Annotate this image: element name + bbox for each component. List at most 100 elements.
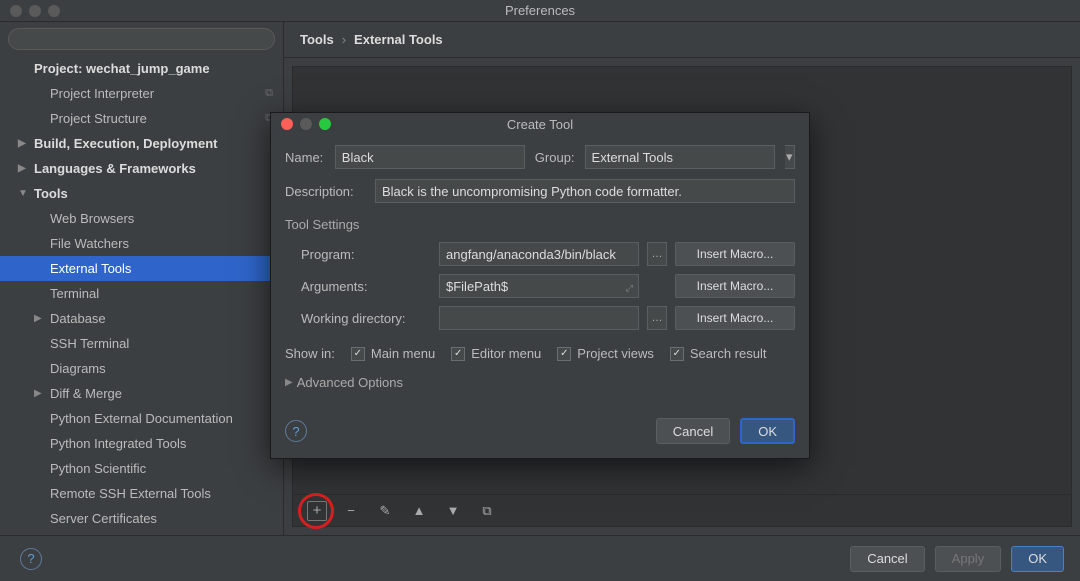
sidebar-item-remote-ssh-external-tools[interactable]: Remote SSH External Tools — [0, 481, 283, 506]
sidebar-item-build-execution-deployment[interactable]: ▶Build, Execution, Deployment — [0, 131, 283, 156]
apply-button[interactable]: Apply — [935, 546, 1002, 572]
sidebar-item-project-structure[interactable]: Project Structure⧉ — [0, 106, 283, 131]
dialog-traffic-lights — [271, 118, 331, 130]
add-button[interactable]: + — [307, 501, 327, 521]
ok-button[interactable]: OK — [1011, 546, 1064, 572]
dialog-minimize-button[interactable] — [300, 118, 312, 130]
search-input[interactable] — [8, 28, 275, 50]
sidebar-item-project-interpreter[interactable]: Project Interpreter⧉ — [0, 81, 283, 106]
breadcrumb-current: External Tools — [354, 32, 443, 47]
program-insert-macro-button[interactable]: Insert Macro... — [675, 242, 795, 266]
dialog-zoom-button[interactable] — [319, 118, 331, 130]
dialog-body: Name: Group: ▾ Description: Tool Setting… — [271, 135, 809, 458]
dialog-close-button[interactable] — [281, 118, 293, 130]
breadcrumb-separator: › — [342, 32, 346, 47]
name-label: Name: — [285, 150, 325, 165]
sidebar-item-web-browsers[interactable]: Web Browsers — [0, 206, 283, 231]
edit-button[interactable]: ✎ — [375, 501, 395, 521]
footer-left: ? — [16, 548, 42, 570]
sidebar-item-label: Database — [50, 311, 106, 326]
tool-settings-grid: Program: … Insert Macro... Arguments: ⤢ … — [301, 242, 795, 330]
search-container: ⌕ — [0, 22, 283, 56]
group-select[interactable] — [585, 145, 775, 169]
close-window-button[interactable] — [10, 5, 22, 17]
sidebar-item-python-scientific[interactable]: Python Scientific — [0, 456, 283, 481]
dialog-cancel-button[interactable]: Cancel — [656, 418, 730, 444]
window-traffic-lights — [0, 5, 60, 17]
description-input[interactable] — [375, 179, 795, 203]
preferences-tree[interactable]: Project: wechat_jump_gameProject Interpr… — [0, 56, 283, 535]
dialog-footer-row: ? Cancel OK — [285, 418, 795, 444]
sidebar-item-label: Diff & Merge — [50, 386, 122, 401]
sidebar-item-external-tools[interactable]: External Tools — [0, 256, 283, 281]
sidebar-item-label: Terminal — [50, 286, 99, 301]
sidebar-project-header[interactable]: Project: wechat_jump_game — [0, 56, 283, 81]
show-in-check-main-menu[interactable]: ✓Main menu — [351, 346, 435, 361]
window-titlebar: Preferences — [0, 0, 1080, 22]
minimize-window-button[interactable] — [29, 5, 41, 17]
sidebar-item-tools[interactable]: ▼Tools — [0, 181, 283, 206]
working-directory-input[interactable] — [439, 306, 639, 330]
checkbox-icon: ✓ — [451, 347, 465, 361]
description-label: Description: — [285, 184, 365, 199]
sidebar-item-database[interactable]: ▶Database — [0, 306, 283, 331]
tree-arrow-icon: ▶ — [18, 138, 30, 149]
show-in-check-project-views[interactable]: ✓Project views — [557, 346, 654, 361]
sidebar-item-diff-merge[interactable]: ▶ Diff & Merge — [0, 381, 283, 406]
zoom-window-button[interactable] — [48, 5, 60, 17]
sidebar-item-diagrams[interactable]: Diagrams — [0, 356, 283, 381]
dialog-help-button[interactable]: ? — [285, 420, 307, 442]
working-directory-browse-button[interactable]: … — [647, 306, 667, 330]
dialog-footer: ? Cancel Apply OK — [0, 535, 1080, 581]
copy-button[interactable]: ⧉ — [477, 501, 497, 521]
sidebar-item-server-certificates[interactable]: Server Certificates — [0, 506, 283, 531]
program-browse-button[interactable]: … — [647, 242, 667, 266]
group-label: Group: — [535, 150, 575, 165]
working-directory-insert-macro-button[interactable]: Insert Macro... — [675, 306, 795, 330]
remove-button[interactable]: − — [341, 501, 361, 521]
show-in-check-search-result[interactable]: ✓ Search result — [670, 346, 767, 361]
tree-arrow-icon: ▼ — [18, 188, 30, 199]
sidebar-item-file-watchers[interactable]: File Watchers — [0, 231, 283, 256]
breadcrumb-root: Tools — [300, 32, 334, 47]
checkbox-icon: ✓ — [557, 347, 571, 361]
sidebar-item-ssh-terminal[interactable]: SSH Terminal — [0, 331, 283, 356]
list-toolbar: + − ✎ ▲ ▼ ⧉ — [293, 494, 1071, 526]
group-dropdown-arrow[interactable]: ▾ — [785, 145, 795, 169]
description-row: Description: — [285, 179, 795, 203]
check-label: Editor menu — [471, 346, 541, 361]
arguments-insert-macro-button[interactable]: Insert Macro... — [675, 274, 795, 298]
sidebar-item-label: Remote SSH External Tools — [50, 486, 211, 501]
sidebar-item-label: Python Integrated Tools — [50, 436, 186, 451]
dialog-titlebar: Create Tool — [271, 113, 809, 135]
help-button[interactable]: ? — [20, 548, 42, 570]
sidebar-item-label: Web Browsers — [50, 211, 134, 226]
sidebar-item-languages-frameworks[interactable]: ▶ Languages & Frameworks — [0, 156, 283, 181]
dialog-ok-button[interactable]: OK — [740, 418, 795, 444]
move-up-button[interactable]: ▲ — [409, 501, 429, 521]
checkbox-icon: ✓ — [670, 347, 684, 361]
sidebar-item-label: Languages & Frameworks — [34, 161, 196, 176]
sidebar-item-python-external-documentation[interactable]: Python External Documentation — [0, 406, 283, 431]
tree-arrow-icon: ▶ — [18, 163, 30, 174]
check-label: Main menu — [371, 346, 435, 361]
working-directory-label: Working directory: — [301, 311, 431, 326]
cancel-button[interactable]: Cancel — [850, 546, 924, 572]
breadcrumb: Tools › External Tools — [284, 22, 1080, 58]
show-in-row: Show in: ✓Main menu✓Editor menu✓Project … — [285, 346, 795, 361]
show-in-label: Show in: — [285, 346, 335, 361]
program-label: Program: — [301, 247, 431, 262]
show-in-check-editor-menu[interactable]: ✓ Editor menu — [451, 346, 541, 361]
sidebar-item-python-integrated-tools[interactable]: Python Integrated Tools — [0, 431, 283, 456]
move-down-button[interactable]: ▼ — [443, 501, 463, 521]
name-input[interactable] — [335, 145, 525, 169]
arguments-label: Arguments: — [301, 279, 431, 294]
arguments-input[interactable] — [439, 274, 639, 298]
program-input[interactable] — [439, 242, 639, 266]
create-tool-dialog: Create Tool Name: Group: ▾ Description: … — [270, 112, 810, 459]
sidebar-item-terminal[interactable]: Terminal — [0, 281, 283, 306]
check-label: Search result — [690, 346, 767, 361]
copy-settings-icon: ⧉ — [265, 87, 273, 100]
advanced-options-toggle[interactable]: ▶ Advanced Options — [285, 375, 795, 390]
tree-arrow-icon: ▶ — [34, 388, 46, 399]
